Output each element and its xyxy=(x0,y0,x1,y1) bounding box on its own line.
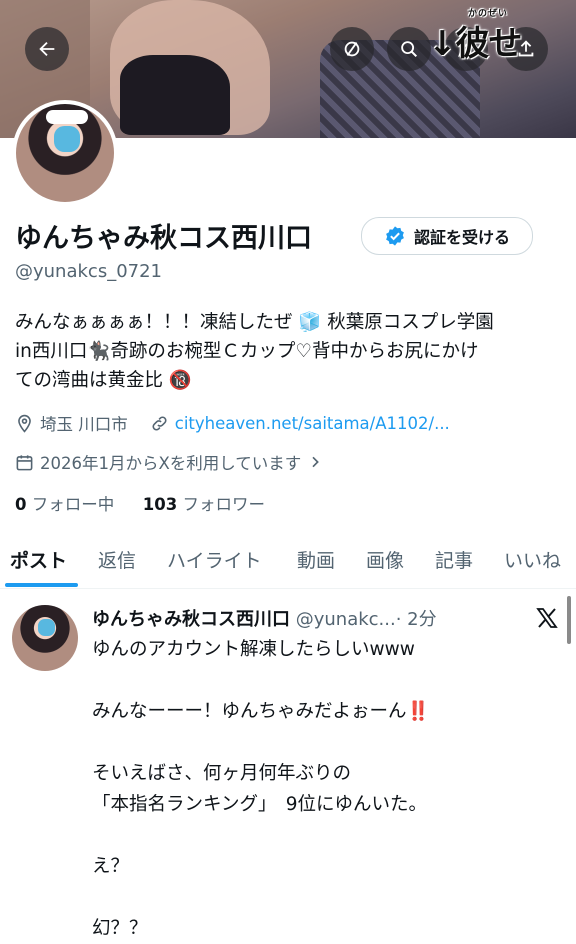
profile-joined-row[interactable]: 2026年1月からXを利用しています xyxy=(15,450,329,474)
overlay-ruby: かのぜい xyxy=(468,9,509,19)
avatar-ears-filter xyxy=(46,110,88,124)
post-header: ゆんちゃみ秋コス西川口 @yunakc...· 2分 xyxy=(92,605,437,631)
calendar-icon xyxy=(16,454,33,470)
slashed-circle-icon xyxy=(344,41,360,57)
profile-joined-date: 2026年1月からXを利用しています xyxy=(40,454,302,473)
back-button[interactable] xyxy=(25,27,69,71)
profile-avatar[interactable] xyxy=(12,100,118,206)
bio-line: みんなぁぁぁぁ！！！凍結したぜ 🧊 秋葉原コスプレ学園 xyxy=(15,312,494,333)
post-line: え？ xyxy=(92,856,130,877)
tab-media[interactable]: 画像 xyxy=(366,546,404,573)
search-icon xyxy=(401,41,418,58)
tab-videos[interactable]: 動画 xyxy=(297,546,335,573)
chevron-right-icon xyxy=(312,456,320,468)
post-line: 「本指名ランキング」 9位にゆんいた。 xyxy=(92,794,427,815)
avatar-face-sticker xyxy=(38,619,55,636)
search-button[interactable] xyxy=(387,27,431,71)
post-author-handle[interactable]: @yunakc... xyxy=(296,609,396,630)
banner-photo-area xyxy=(120,55,230,135)
tab-replies[interactable]: 返信 xyxy=(98,546,136,573)
profile-tabs: ポスト 返信 ハイライト 動画 画像 記事 いいね xyxy=(0,536,576,589)
post-author-avatar[interactable] xyxy=(12,605,78,671)
bio-line: in西川口🐈‍⬛奇跡のお椀型Ｃカップ♡背中からお尻にかけ xyxy=(15,341,479,362)
get-verified-button[interactable]: 認証を受ける xyxy=(361,217,533,255)
tab-highlights[interactable]: ハイライト xyxy=(167,546,262,573)
followers-label: フォロワー xyxy=(182,495,265,514)
tab-articles[interactable]: 記事 xyxy=(435,546,473,573)
follow-stats: 0 フォロー中 103 フォロワー xyxy=(15,491,265,515)
post-author-name[interactable]: ゆんちゃみ秋コス西川口 xyxy=(92,609,290,630)
post-body[interactable]: ゆんのアカウント解凍したらしいwww みんなーーー！ゆんちゃみだよぉーん‼️ そ… xyxy=(92,634,562,944)
following-link[interactable]: 0 フォロー中 xyxy=(15,495,114,514)
profile-name: ゆんちゃみ秋コス西川口 xyxy=(15,223,312,254)
arrow-left-icon xyxy=(39,41,55,57)
profile-website-link[interactable]: cityheaven.net/saitama/A1102/... xyxy=(175,414,450,433)
handwritten-overlay-text: かのぜい ↓彼せ xyxy=(428,9,522,65)
followers-count: 103 xyxy=(142,495,178,514)
post-line xyxy=(92,820,562,851)
post-line xyxy=(92,882,562,913)
link-icon xyxy=(152,415,167,431)
post-line xyxy=(92,665,562,696)
following-count: 0 xyxy=(15,495,27,514)
mute-button[interactable] xyxy=(330,27,374,71)
tab-posts[interactable]: ポスト xyxy=(10,546,67,573)
profile-handle: @yunakcs_0721 xyxy=(15,261,163,282)
following-label: フォロー中 xyxy=(31,495,115,514)
profile-location: 埼玉 川口市 xyxy=(40,415,128,434)
location-pin-icon xyxy=(18,414,31,433)
scrollbar[interactable] xyxy=(567,596,571,644)
post-line xyxy=(92,727,562,758)
post-line: みんなーーー！ゆんちゃみだよぉーん‼️ xyxy=(92,701,430,722)
profile-bio: みんなぁぁぁぁ！！！凍結したぜ 🧊 秋葉原コスプレ学園 in西川口🐈‍⬛奇跡のお… xyxy=(15,308,560,395)
post-line: そいえばさ、何ヶ月何年ぶりの xyxy=(92,763,352,784)
avatar-face-sticker xyxy=(54,126,80,152)
bio-line: ての湾曲は黄金比 🔞 xyxy=(15,370,192,391)
tab-likes[interactable]: いいね xyxy=(504,546,561,573)
get-verified-label: 認証を受ける xyxy=(413,228,510,247)
post-line: 幻？？ xyxy=(92,918,148,939)
x-logo-icon xyxy=(536,608,558,628)
overlay-text: ↓彼せ xyxy=(428,24,522,64)
verified-badge-icon xyxy=(386,226,404,246)
followers-link[interactable]: 103 フォロワー xyxy=(143,495,265,514)
profile-meta-row: 埼玉 川口市 cityheaven.net/saitama/A1102/... xyxy=(15,411,450,435)
post-time: · 2分 xyxy=(395,609,437,630)
active-tab-indicator xyxy=(5,583,78,587)
post-line: ゆんのアカウント解凍したらしいwww xyxy=(92,639,415,660)
